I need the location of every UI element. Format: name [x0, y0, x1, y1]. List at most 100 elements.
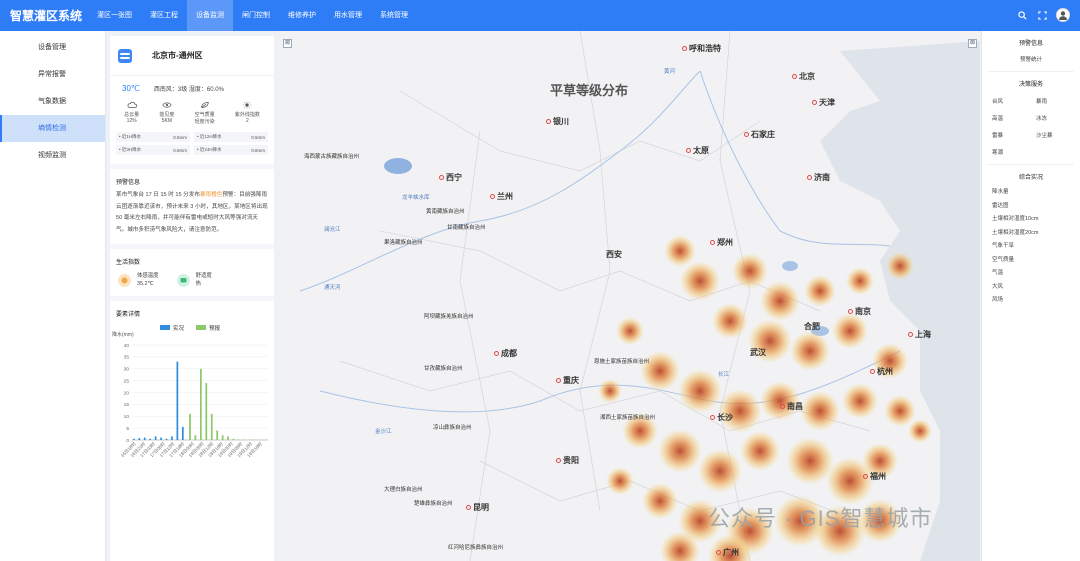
situation-item[interactable]: 雷达图 [992, 200, 1080, 214]
map-expand-left-button[interactable]: ⊠ [283, 39, 292, 48]
region-label: 大理白族自治州 [384, 487, 423, 493]
city-label[interactable]: 合肥 [804, 321, 820, 332]
city-label[interactable]: 福州 [863, 471, 886, 482]
comfort-icon [176, 273, 190, 287]
city-label[interactable]: 石家庄 [744, 129, 775, 140]
city-label[interactable]: 呼和浩特 [682, 43, 721, 54]
y-axis-label: 降水(mm) [112, 331, 134, 338]
city-label[interactable]: 昆明 [466, 502, 489, 513]
right-panel: 预警信息 预警统计 决策服务 台风 暴雨 高温 冰冻 雷暴 沙尘暴 寒潮 综合实… [981, 31, 1080, 561]
nav-item-maintenance[interactable]: 维修养护 [279, 0, 325, 31]
nav-item-overview[interactable]: 灌区一张图 [88, 0, 141, 31]
city-label[interactable]: 银川 [546, 116, 569, 127]
menu-item-abnormal-alarm[interactable]: 异常报警 [0, 61, 105, 88]
city-label[interactable]: 济南 [807, 172, 830, 183]
decision-item[interactable]: 冰冻 [1036, 114, 1080, 122]
region-label: 海西蒙古族藏族自治州 [304, 154, 360, 160]
city-label[interactable]: 贵阳 [556, 455, 579, 466]
y-tick-label: 20 [124, 390, 130, 396]
city-label[interactable]: 重庆 [556, 375, 579, 386]
rain-24h: • 近24H降水 0.8mm [194, 145, 268, 155]
legend-label: 预报 [209, 324, 221, 332]
map-expand-right-button[interactable]: ⊠ [968, 39, 977, 48]
river-label: 长江 [718, 372, 730, 378]
situation-item[interactable]: 风场 [992, 294, 1080, 308]
app-title: 智慧灌区系统 [10, 9, 83, 23]
bar-实况 [181, 426, 184, 440]
city-label[interactable]: 长沙 [710, 412, 733, 423]
city-label[interactable]: 天津 [812, 97, 835, 108]
river-label: 澜沧江 [324, 227, 341, 233]
city-label[interactable]: 郑州 [710, 237, 733, 248]
bar-实况 [165, 438, 168, 440]
city-label[interactable]: 上海 [908, 329, 931, 340]
decision-item[interactable]: 雷暴 [992, 131, 1036, 139]
user-avatar[interactable] [1056, 8, 1070, 22]
city-label[interactable]: 杭州 [870, 366, 893, 377]
y-tick-label: 35 [124, 355, 130, 361]
city-label[interactable]: 西宁 [439, 172, 462, 183]
main-nav: 灌区一张图 灌区工程 设备监测 闸门控制 维修养护 用水管理 系统管理 [88, 0, 417, 31]
heatmap-map[interactable]: 平草等级分布 ⊠ ⊠ 呼和浩特 北京 天津 石家庄 太原 济南 西宁 兰州 银川… [280, 31, 980, 561]
warning-text: 某市气象台 17 日 15 时 15 分发布暴雨橙色预警：目前强降雨云团逐渐靠近… [116, 192, 268, 233]
bar-预报 [221, 435, 224, 440]
situation-item[interactable]: 大风 [992, 281, 1080, 295]
bar-预报 [194, 435, 197, 440]
comfort: 舒适度热 [195, 273, 212, 287]
decision-item[interactable]: 台风 [992, 97, 1036, 105]
nav-item-system-management[interactable]: 系统管理 [371, 0, 417, 31]
menu-item-device-management[interactable]: 设备管理 [0, 34, 105, 61]
city-label[interactable]: 广州 [716, 547, 739, 558]
search-icon[interactable] [1016, 9, 1028, 21]
nav-item-device-monitoring[interactable]: 设备监测 [187, 0, 233, 31]
situation-item[interactable]: 气温 [992, 267, 1080, 281]
y-tick-label: 25 [124, 378, 130, 384]
bar-预报 [205, 383, 208, 440]
warning-level: 暴雨橙色 [199, 192, 223, 198]
city-label[interactable]: 武汉 [750, 347, 766, 358]
situation-item[interactable]: 气象干旱 [992, 240, 1080, 254]
decision-item[interactable]: 寒潮 [992, 148, 1036, 156]
fullscreen-icon[interactable] [1036, 9, 1048, 21]
situation-item[interactable]: 土壤相对湿度10cm [992, 213, 1080, 227]
menu-item-soil-moisture[interactable]: 墒情检测 [0, 115, 105, 142]
bar-实况 [154, 436, 157, 440]
y-tick-label: 0 [126, 438, 129, 444]
cloud-icon [127, 101, 137, 108]
city-label[interactable]: 成都 [494, 348, 517, 359]
bar-实况 [176, 361, 179, 440]
city-label[interactable]: 南京 [848, 306, 871, 317]
region-label: 凉山彝族自治州 [433, 425, 472, 431]
right-warning-title: 预警信息 [1018, 41, 1043, 47]
decision-service-title: 决策服务 [1018, 82, 1043, 88]
city-label[interactable]: 西安 [606, 249, 622, 260]
bar-实况 [132, 438, 135, 440]
situation-item[interactable]: 降水量 [992, 186, 1080, 200]
bar-实况 [160, 437, 162, 440]
bar-预报 [216, 430, 219, 440]
city-label[interactable]: 北京 [792, 71, 815, 82]
sun-icon [243, 101, 252, 109]
legend-label: 实况 [173, 324, 185, 332]
river-label: 通天河 [324, 285, 341, 291]
situation-item[interactable]: 土壤相对湿度20cm [992, 227, 1080, 241]
y-tick-label: 10 [124, 414, 130, 420]
nav-item-gate-control[interactable]: 闸门控制 [233, 0, 279, 31]
city-label[interactable]: 太原 [686, 145, 709, 156]
situation-item[interactable]: 空气质量 [992, 254, 1080, 268]
city-label[interactable]: 兰州 [490, 191, 513, 202]
bar-实况 [171, 436, 173, 440]
bar-预报 [227, 436, 229, 440]
eye-icon [162, 102, 172, 108]
city-label[interactable]: 南昌 [780, 401, 803, 412]
station-icon [118, 48, 132, 63]
decision-item[interactable]: 暴雨 [1036, 97, 1080, 105]
decision-item[interactable]: 高温 [992, 114, 1036, 122]
decision-item[interactable]: 沙尘暴 [1036, 131, 1080, 139]
menu-item-weather-data[interactable]: 气象数据 [0, 88, 105, 115]
metric-visibility: 能见度 5KM [159, 101, 174, 125]
nav-item-engineering[interactable]: 灌区工程 [141, 0, 187, 31]
menu-item-video-monitoring[interactable]: 视频监测 [0, 142, 105, 169]
warning-statistics-link[interactable]: 预警统计 [982, 47, 1080, 63]
nav-item-water-management[interactable]: 用水管理 [325, 0, 371, 31]
